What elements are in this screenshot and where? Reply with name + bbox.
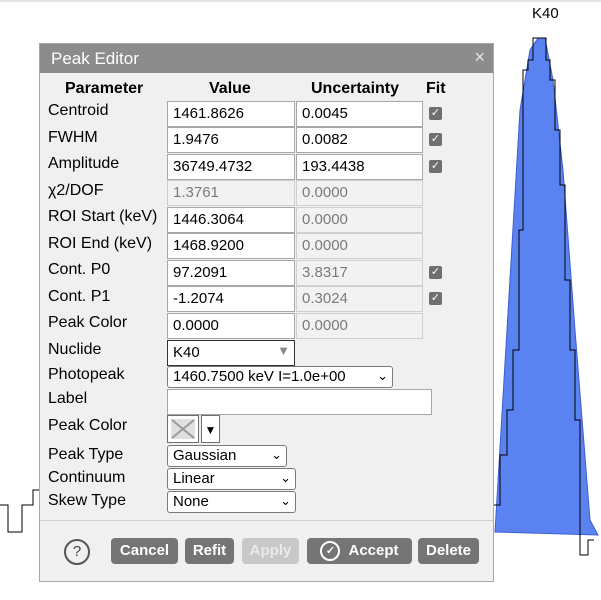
dialog-title: Peak Editor xyxy=(51,49,139,68)
cont-p0-label: Cont. P0 xyxy=(48,261,111,278)
no-color-icon xyxy=(171,419,195,439)
amplitude-uncertainty-input[interactable]: 193.4438 xyxy=(296,154,423,180)
cont-p0-fit-checkbox[interactable]: ✓ xyxy=(429,266,442,279)
nuclide-input[interactable]: K40 ▼ xyxy=(167,340,295,366)
peak-label: K40 xyxy=(532,5,559,22)
help-icon[interactable]: ? xyxy=(64,539,90,565)
chi2-dof-label: χ2/DOF xyxy=(48,182,104,199)
chi2-dof-uncertainty-input: 0.0000 xyxy=(296,180,423,206)
cont-p0-uncertainty-input: 3.8317 xyxy=(296,260,423,286)
roi-end-value-input[interactable]: 1468.9200 xyxy=(167,233,295,259)
accept-label: Accept xyxy=(348,542,399,559)
amplitude-label: Amplitude xyxy=(48,155,120,172)
chevron-down-icon: ⌄ xyxy=(280,493,291,508)
cont-p0-value-input[interactable]: 97.2091 xyxy=(167,260,295,286)
nuclide-dropdown-arrow-icon[interactable]: ▼ xyxy=(277,343,290,358)
peak-color-swatch[interactable] xyxy=(167,415,199,443)
chi2-dof-value-input: 1.3761 xyxy=(167,180,295,206)
photopeak-label: Photopeak xyxy=(48,366,125,383)
continuum-value: Linear xyxy=(173,470,215,487)
peak-color-label: Peak Color xyxy=(48,417,128,434)
continuum-select[interactable]: Linear ⌄ xyxy=(167,468,296,490)
peak-color-param-uncertainty-input: 0.0000 xyxy=(296,313,423,339)
amplitude-fit-checkbox[interactable]: ✓ xyxy=(429,160,442,173)
photopeak-value: 1460.7500 keV I=1.0e+00 xyxy=(173,368,346,385)
header-value: Value xyxy=(209,80,251,97)
spectrum-histogram-left xyxy=(0,489,39,533)
roi-start-label: ROI Start (keV) xyxy=(48,208,158,225)
skew-type-select[interactable]: None ⌄ xyxy=(167,491,296,513)
nuclide-label: Nuclide xyxy=(48,341,102,358)
roi-start-value-input[interactable]: 1446.3064 xyxy=(167,207,295,233)
centroid-fit-checkbox[interactable]: ✓ xyxy=(429,107,442,120)
close-icon[interactable]: × xyxy=(474,47,485,68)
photopeak-select[interactable]: 1460.7500 keV I=1.0e+00 ⌄ xyxy=(167,366,393,388)
peak-type-label: Peak Type xyxy=(48,446,124,463)
header-parameter: Parameter xyxy=(65,80,144,97)
refit-button[interactable]: Refit xyxy=(185,538,234,564)
centroid-label: Centroid xyxy=(48,102,109,119)
chevron-down-icon: ⌄ xyxy=(271,447,282,462)
skew-type-value: None xyxy=(173,493,209,510)
check-circle-icon: ✓ xyxy=(320,541,341,562)
centroid-uncertainty-input[interactable]: 0.0045 xyxy=(296,101,423,127)
fitted-peak-area xyxy=(494,37,599,536)
cancel-button[interactable]: Cancel xyxy=(111,538,178,564)
chevron-down-icon: ⌄ xyxy=(280,470,291,485)
cont-p1-uncertainty-input: 0.3024 xyxy=(296,286,423,312)
header-uncertainty: Uncertainty xyxy=(311,80,400,97)
nuclide-value: K40 xyxy=(173,344,200,361)
amplitude-value-input[interactable]: 36749.4732 xyxy=(167,154,295,180)
apply-button[interactable]: Apply xyxy=(242,538,299,564)
cont-p1-fit-checkbox[interactable]: ✓ xyxy=(429,292,442,305)
color-dropdown-arrow-icon[interactable]: ▼ xyxy=(201,415,220,443)
fwhm-value-input[interactable]: 1.9476 xyxy=(167,127,295,153)
delete-button[interactable]: Delete xyxy=(418,538,479,564)
fwhm-fit-checkbox[interactable]: ✓ xyxy=(429,133,442,146)
fwhm-label: FWHM xyxy=(48,129,98,146)
accept-button[interactable]: ✓ Accept xyxy=(307,538,412,564)
roi-start-uncertainty-input: 0.0000 xyxy=(296,207,423,233)
cont-p1-label: Cont. P1 xyxy=(48,288,111,305)
peak-editor-dialog: Peak Editor × Parameter Value Uncertaint… xyxy=(39,43,494,582)
roi-end-uncertainty-input: 0.0000 xyxy=(296,233,423,259)
peak-type-value: Gaussian xyxy=(173,447,237,464)
continuum-label: Continuum xyxy=(48,469,126,486)
roi-end-label: ROI End (keV) xyxy=(48,235,153,252)
peak-color-param-value-input[interactable]: 0.0000 xyxy=(167,313,295,339)
footer-divider xyxy=(40,520,493,521)
fwhm-uncertainty-input[interactable]: 0.0082 xyxy=(296,127,423,153)
chevron-down-icon: ⌄ xyxy=(377,368,388,383)
peak-color-param-label: Peak Color xyxy=(48,314,128,331)
peak-type-select[interactable]: Gaussian ⌄ xyxy=(167,445,287,467)
label-input[interactable] xyxy=(167,389,432,415)
cont-p1-value-input[interactable]: -1.2074 xyxy=(167,286,295,312)
centroid-value-input[interactable]: 1461.8626 xyxy=(167,101,295,127)
title-bar[interactable]: Peak Editor × xyxy=(40,44,493,73)
skew-type-label: Skew Type xyxy=(48,492,126,509)
label-field-label: Label xyxy=(48,390,88,407)
header-fit: Fit xyxy=(426,80,446,97)
